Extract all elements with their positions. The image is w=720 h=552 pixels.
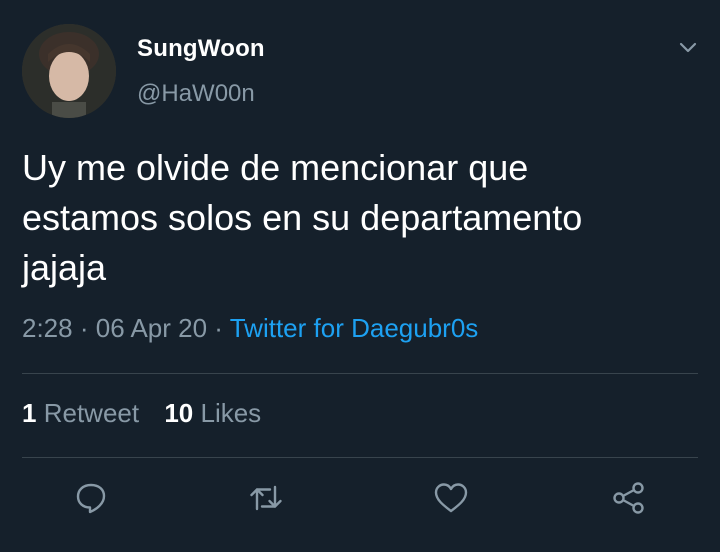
avatar-image	[22, 24, 116, 118]
tweet-text-line: Uy me olvide de mencionar que	[22, 147, 529, 188]
reply-icon	[76, 483, 106, 514]
tweet-source-link[interactable]: Twitter for Daegubr0s	[230, 313, 479, 343]
divider	[22, 373, 698, 374]
tweet-stats: 1 Retweet 10 Likes	[22, 398, 261, 429]
tweet-date: 06 Apr 20	[95, 313, 208, 343]
retweet-count-label: Retweet	[43, 398, 140, 428]
divider	[22, 457, 698, 458]
like-count-value: 10	[164, 398, 194, 428]
tweet-text: Uy me olvide de mencionar que estamos so…	[22, 143, 702, 293]
meta-separator: ·	[79, 313, 89, 343]
retweet-button[interactable]	[246, 478, 286, 518]
tweet-text-line: estamos solos en su departamento	[22, 197, 583, 238]
retweet-icon	[250, 485, 282, 511]
user-handle[interactable]: @HaW00n	[137, 80, 255, 108]
share-icon	[613, 482, 644, 514]
action-bar	[0, 478, 720, 518]
retweet-count-value: 1	[22, 398, 37, 428]
tweet-meta: 2:28 · 06 Apr 20 · Twitter for Daegubr0s	[22, 313, 478, 344]
like-button[interactable]	[431, 478, 471, 518]
meta-separator: ·	[214, 313, 223, 343]
avatar[interactable]	[22, 24, 116, 118]
tweet-text-line: jajaja	[22, 247, 107, 288]
heart-icon	[434, 483, 468, 513]
tweet-time: 2:28	[22, 313, 73, 343]
share-button[interactable]	[609, 478, 649, 518]
retweet-count[interactable]: 1 Retweet	[22, 398, 139, 429]
like-count-label: Likes	[200, 398, 262, 428]
reply-button[interactable]	[71, 478, 111, 518]
display-name[interactable]: SungWoon	[137, 35, 265, 63]
like-count[interactable]: 10 Likes	[164, 398, 261, 429]
chevron-down-icon[interactable]	[676, 36, 700, 60]
